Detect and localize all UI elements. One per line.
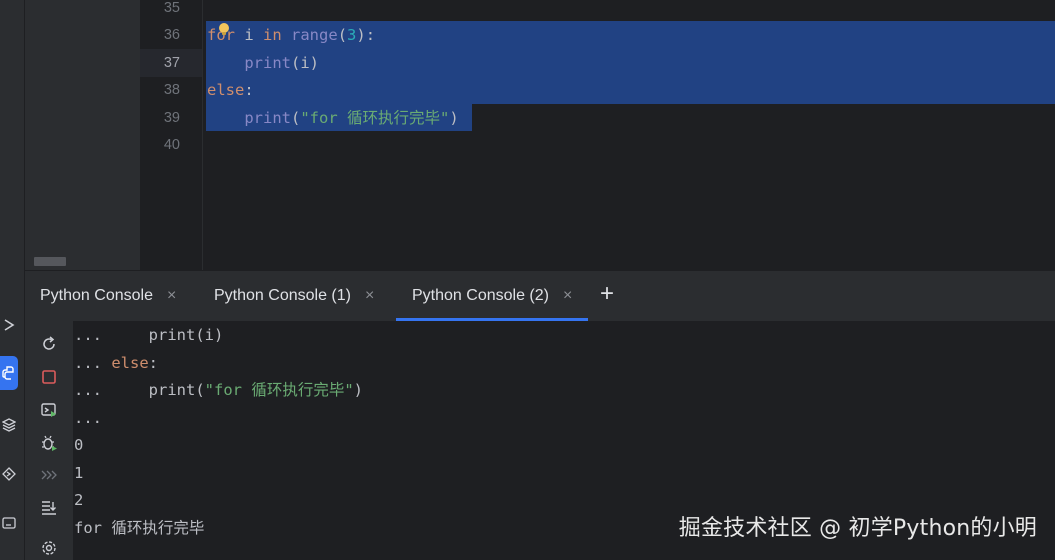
string: "for 循环执行完毕" bbox=[300, 108, 450, 127]
number: 3 bbox=[347, 26, 357, 44]
line-number-current: 37 bbox=[163, 54, 180, 71]
activity-bar bbox=[0, 0, 25, 560]
tab-label: Python Console (1) bbox=[214, 287, 351, 304]
keyword: else bbox=[111, 353, 149, 372]
close-icon[interactable]: × bbox=[365, 287, 374, 305]
tab-label: Python Console bbox=[40, 287, 153, 304]
output-line: 1 bbox=[74, 463, 84, 482]
console-line: ... else: bbox=[74, 350, 158, 378]
continuation-prompt: ... bbox=[74, 381, 102, 399]
tab-python-console-2[interactable]: Python Console (2) × bbox=[395, 271, 589, 321]
line-number-gutter: 35 36 37 38 39 40 bbox=[140, 0, 203, 270]
rerun-icon[interactable] bbox=[37, 332, 61, 356]
tab-python-console-1[interactable]: Python Console (1) × bbox=[214, 271, 374, 321]
scroll-to-end-icon[interactable] bbox=[37, 495, 61, 519]
code-text: ) bbox=[353, 381, 364, 399]
line-number: 39 bbox=[163, 109, 180, 126]
debug-icon[interactable] bbox=[37, 431, 61, 455]
console-line: ... print("for 循环执行完毕") bbox=[74, 377, 363, 405]
continuation-prompt: ... bbox=[74, 353, 102, 372]
code-line-39: print("for 循环执行完毕") bbox=[207, 105, 459, 133]
project-tree-panel bbox=[25, 0, 140, 270]
settings-icon[interactable] bbox=[37, 536, 61, 560]
services-icon[interactable] bbox=[0, 461, 18, 487]
builtin: range bbox=[291, 26, 338, 44]
code-text: ) bbox=[449, 108, 459, 127]
close-icon[interactable]: × bbox=[167, 287, 176, 305]
code-editor[interactable]: for i in range(3): print(i) else: print(… bbox=[203, 0, 1055, 270]
line-number: 38 bbox=[163, 82, 180, 98]
code-text: print(i) bbox=[148, 326, 224, 344]
tab-python-console[interactable]: Python Console × bbox=[40, 271, 176, 321]
builtin: print bbox=[244, 53, 291, 72]
code-line-36: for i in range(3): bbox=[207, 22, 375, 50]
layers-icon[interactable] bbox=[0, 412, 18, 438]
code-text: i bbox=[235, 26, 263, 44]
line-number: 36 bbox=[163, 27, 180, 43]
code-line-37: print(i) bbox=[207, 50, 319, 78]
keyword: else bbox=[207, 81, 245, 99]
builtin: print bbox=[244, 108, 291, 127]
line-number: 40 bbox=[163, 137, 180, 153]
output-line: 0 bbox=[74, 436, 84, 454]
code-text: ( bbox=[291, 108, 301, 127]
python-console-icon[interactable] bbox=[0, 356, 18, 390]
code-text: ): bbox=[356, 26, 376, 44]
tab-label: Python Console (2) bbox=[412, 287, 549, 304]
console-toolbar bbox=[25, 321, 74, 560]
code-text: ( bbox=[337, 26, 348, 44]
code-text: : bbox=[244, 81, 254, 99]
terminal-icon[interactable] bbox=[0, 510, 18, 536]
history-icon[interactable] bbox=[37, 463, 61, 487]
stop-icon[interactable] bbox=[37, 365, 61, 389]
line-number: 35 bbox=[163, 0, 180, 16]
keyword: in bbox=[263, 26, 282, 44]
horizontal-scrollbar[interactable] bbox=[34, 257, 66, 266]
console-line: ... bbox=[74, 405, 102, 433]
code-text: (i) bbox=[291, 53, 319, 72]
add-tab-icon[interactable]: + bbox=[600, 281, 614, 307]
lightbulb-icon[interactable] bbox=[217, 22, 231, 36]
string: "for 循环执行完毕" bbox=[204, 381, 354, 399]
output-line: for 循环执行完毕 bbox=[74, 518, 205, 537]
console-run-icon[interactable] bbox=[37, 398, 61, 422]
run-icon[interactable] bbox=[0, 312, 18, 338]
output-line: 2 bbox=[74, 491, 84, 509]
watermark: 掘金技术社区 @ 初学Python的小明 bbox=[678, 516, 1037, 541]
close-icon[interactable]: × bbox=[563, 287, 572, 305]
code-text: : bbox=[148, 353, 159, 372]
console-tab-bar: Python Console × Python Console (1) × Py… bbox=[25, 270, 1055, 322]
code-line-38: else: bbox=[207, 77, 254, 105]
code-text: print( bbox=[148, 381, 205, 399]
continuation-prompt: ... bbox=[74, 326, 102, 344]
continuation-prompt: ... bbox=[74, 408, 102, 427]
console-line: ... print(i) bbox=[74, 322, 223, 350]
